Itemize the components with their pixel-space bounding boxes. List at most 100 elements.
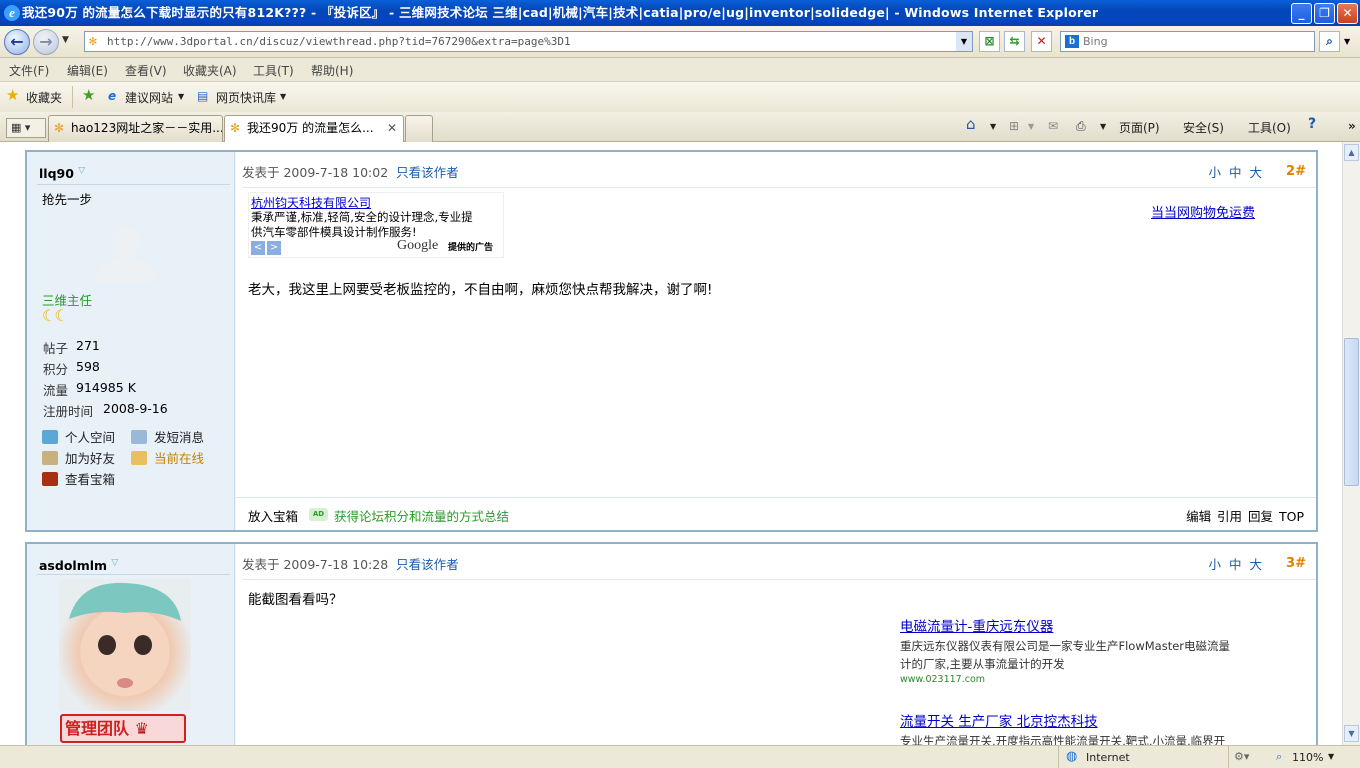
menu-tools[interactable]: 工具(T) — [253, 62, 294, 79]
ad-title-link[interactable]: 流量开关 生产厂家 北京控杰科技 — [900, 714, 1098, 730]
stat-registered: 注册时间 2008-9-16 — [43, 401, 168, 419]
user-avatar[interactable] — [59, 579, 191, 711]
stop-icon[interactable]: ✕ — [1031, 31, 1052, 52]
google-logo: Google — [397, 238, 439, 253]
font-size-links[interactable]: 小中大 — [1208, 162, 1270, 181]
ad-desc-2: 计的厂家,主要从事流量计的开发 — [900, 657, 1065, 671]
restore-button[interactable]: ❐ — [1314, 3, 1335, 24]
page-menu[interactable]: 页面(P) — [1119, 119, 1160, 136]
menu-bar: 文件(F) 编辑(E) 查看(V) 收藏夹(A) 工具(T) 帮助(H) — [0, 58, 1360, 82]
tab-hao123[interactable]: ✻ hao123网址之家－－实用... — [48, 115, 223, 142]
url-text: http://www.3dportal.cn/discuz/viewthread… — [107, 35, 571, 48]
floor-number: 2# — [1286, 164, 1306, 179]
chevron-down-icon[interactable]: ▼ — [1328, 752, 1334, 761]
only-author-link[interactable]: 只看该作者 — [396, 557, 459, 572]
favorites-button[interactable]: 收藏夹 — [26, 89, 62, 106]
protected-mode-icon[interactable]: ⚙▾ — [1234, 750, 1249, 763]
ad-prev-icon[interactable]: < — [251, 241, 265, 255]
forward-button[interactable]: → — [33, 29, 59, 55]
url-input[interactable]: ✻ http://www.3dportal.cn/discuz/viewthre… — [84, 31, 973, 52]
read-mail-icon[interactable]: ✉ — [1048, 119, 1058, 133]
post-floor-3: asdolmlm ▽ 管理团队 ♛ 发表于 2009-7-18 10:28 只看该… — [25, 542, 1318, 745]
personal-space-link[interactable]: 个人空间 — [42, 427, 115, 446]
new-tab-button[interactable] — [405, 115, 433, 142]
home-icon — [42, 430, 58, 444]
search-input[interactable]: b Bing — [1060, 31, 1315, 52]
rank-moons-icon: ☾☾ — [42, 306, 69, 325]
url-dropdown-icon[interactable]: ▼ — [956, 32, 972, 51]
scroll-thumb[interactable] — [1344, 338, 1359, 486]
compatibility-view-icon[interactable]: ⊠ — [979, 31, 1000, 52]
menu-file[interactable]: 文件(F) — [9, 62, 49, 79]
post-floor-2: llq90 ▽ 抢先一步 三维主任 ☾☾ 帖子 271 积分 598 流量 91498… — [25, 150, 1318, 532]
treasure-chest-icon — [42, 472, 58, 486]
close-tab-icon[interactable]: ✕ — [387, 116, 397, 141]
ad-next-icon[interactable]: > — [267, 241, 281, 255]
post-header: 发表于 2009-7-18 10:02 只看该作者 小中大 2# — [242, 162, 1316, 188]
refresh-icon[interactable]: ⇆ — [1004, 31, 1025, 52]
web-slice-icon: ▤ — [197, 89, 209, 103]
scroll-up-icon[interactable]: ▲ — [1344, 144, 1359, 161]
more-commands-icon[interactable]: » — [1348, 119, 1356, 133]
menu-help[interactable]: 帮助(H) — [311, 62, 353, 79]
web-slice-gallery-link[interactable]: 网页快讯库 — [216, 89, 276, 106]
search-options-icon[interactable]: ▼ — [1344, 37, 1350, 46]
scroll-down-icon[interactable]: ▼ — [1344, 725, 1359, 742]
message-icon — [131, 430, 147, 444]
home-icon[interactable]: ⌂ — [966, 115, 976, 133]
close-button[interactable]: ✕ — [1337, 3, 1358, 24]
user-tagline: 抢先一步 — [42, 192, 93, 207]
menu-edit[interactable]: 编辑(E) — [67, 62, 108, 79]
site-favicon-icon: ✻ — [230, 121, 241, 135]
quick-tabs-button[interactable]: ▦ ▾ — [6, 118, 46, 138]
default-avatar — [90, 218, 162, 284]
text-ad-2: 流量开关 生产厂家 北京控杰科技 专业生产流量开关,开度指示高性能流量开关,靶式… — [900, 710, 1300, 745]
globe-icon: ◍ — [1066, 749, 1078, 764]
post-actions[interactable]: 编辑 引用 回复 TOP — [1186, 506, 1304, 525]
help-icon[interactable]: ? — [1308, 116, 1316, 132]
minimize-button[interactable]: _ — [1291, 3, 1312, 24]
view-treasure-link[interactable]: 查看宝箱 — [42, 469, 115, 488]
zoom-level[interactable]: 110% — [1292, 751, 1323, 764]
address-toolbar: ← → ▼ ✻ http://www.3dportal.cn/discuz/vi… — [0, 26, 1360, 58]
author-name-asdolmlm[interactable]: asdolmlm ▽ — [39, 558, 118, 573]
add-friend-link[interactable]: 加为好友 — [42, 448, 115, 467]
ad-title-link[interactable]: 电磁流量计-重庆远东仪器 — [900, 619, 1053, 635]
safety-menu[interactable]: 安全(S) — [1183, 119, 1224, 136]
menu-favorites[interactable]: 收藏夹(A) — [183, 62, 237, 79]
add-favorite-icon[interactable]: ★ — [82, 86, 95, 104]
ad-desc-1: 专业生产流量开关,开度指示高性能流量开关,靶式,小流量,临界开 — [900, 734, 1226, 745]
tab-current-thread[interactable]: ✻ 我还90万 的流量怎么... ✕ — [224, 115, 404, 143]
vertical-scrollbar[interactable]: ▲ ▼ — [1342, 142, 1360, 745]
send-message-link[interactable]: 发短消息 — [131, 427, 204, 446]
chevron-down-icon[interactable]: ▼ — [990, 122, 996, 131]
stat-traffic: 流量 914985 K — [43, 380, 136, 398]
post-body: 能截图看看吗？ — [248, 592, 343, 608]
security-zone: Internet — [1086, 751, 1130, 764]
feeds-icon[interactable]: ⊞ — [1009, 119, 1019, 133]
chevron-down-icon[interactable]: ▼ — [1028, 122, 1034, 131]
author-sidebar: asdolmlm ▽ 管理团队 ♛ — [27, 544, 235, 745]
promo-link[interactable]: 当当网购物免运费 — [1151, 206, 1255, 221]
history-dropdown-icon[interactable]: ▼ — [62, 35, 69, 45]
back-button[interactable]: ← — [4, 29, 30, 55]
author-sidebar: llq90 ▽ 抢先一步 三维主任 ☾☾ 帖子 271 积分 598 流量 91498… — [27, 152, 235, 530]
menu-view[interactable]: 查看(V) — [125, 62, 167, 79]
earn-points-link[interactable]: 获得论坛积分和流量的方式总结 — [334, 506, 509, 525]
author-name-llq90[interactable]: llq90 ▽ — [39, 166, 85, 181]
chevron-down-icon[interactable]: ▼ — [1100, 122, 1106, 131]
font-size-links[interactable]: 小中大 — [1208, 554, 1270, 573]
online-status: 当前在线 — [131, 448, 204, 467]
favorites-star-icon: ★ — [6, 86, 20, 104]
post-time: 发表于 2009-7-18 10:28 — [242, 557, 389, 572]
ad-url[interactable]: www.023117.com — [900, 674, 1300, 685]
print-icon[interactable]: ⎙ — [1076, 119, 1086, 134]
add-to-treasure-link[interactable]: 放入宝箱 — [248, 506, 298, 525]
only-author-link[interactable]: 只看该作者 — [396, 165, 459, 180]
ad-provider-note: 提供的广告 — [448, 243, 494, 253]
search-button[interactable]: ⌕ — [1319, 31, 1340, 52]
tools-menu[interactable]: 工具(O) — [1248, 119, 1291, 136]
ad-title-link[interactable]: 杭州钧天科技有限公司 — [251, 196, 371, 210]
post-body: 老大，我这里上网要受老板监控的，不自由啊，麻烦您快点帮我解决，谢了啊! — [248, 282, 713, 298]
suggested-sites-link[interactable]: 建议网站 — [125, 89, 173, 106]
